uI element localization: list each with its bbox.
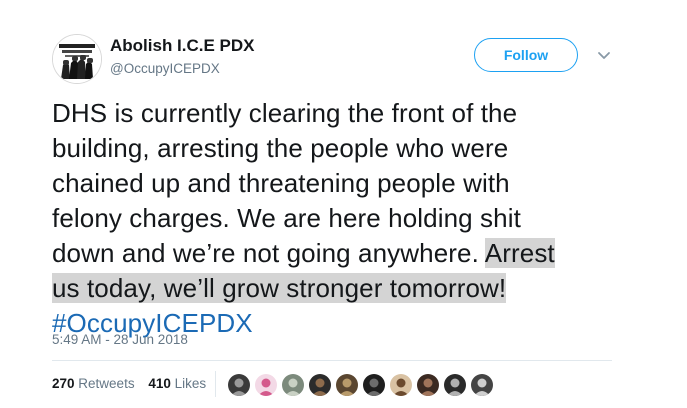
liker-avatar-9[interactable] <box>443 373 467 397</box>
author-display-name[interactable]: Abolish I.C.E PDX <box>110 36 255 56</box>
retweets-stat[interactable]: 270 Retweets <box>52 376 135 391</box>
liker-avatar-6[interactable] <box>362 373 386 397</box>
liker-avatars <box>227 373 497 397</box>
tweet-stats: 270 Retweets 410 Likes <box>52 376 216 391</box>
tweet-text-line: building, arresting the people who were <box>52 133 509 163</box>
liker-avatar-10[interactable] <box>470 373 494 397</box>
tweet-text-line: felony charges. We are here holding shit <box>52 203 521 233</box>
liker-avatar-2[interactable] <box>254 373 278 397</box>
follow-button[interactable]: Follow <box>474 38 578 72</box>
likes-label: Likes <box>174 376 207 391</box>
author-handle[interactable]: @OccupyICEPDX <box>110 61 220 76</box>
tweet-timestamp[interactable]: 5:49 AM - 28 Jun 2018 <box>52 332 188 347</box>
liker-avatar-5[interactable] <box>335 373 359 397</box>
highlighted-text: us today, we’ll grow stronger tomorrow! <box>52 273 507 303</box>
author-avatar[interactable] <box>52 34 102 84</box>
tweet-text-line: us today, we’ll grow stronger tomorrow! <box>52 271 612 306</box>
liker-avatar-4[interactable] <box>308 373 332 397</box>
divider <box>52 360 612 361</box>
protest-fists-logo-icon <box>53 35 101 83</box>
liker-avatar-7[interactable] <box>389 373 413 397</box>
tweet-text-line: down and we’re not going anywhere. Arres… <box>52 236 612 271</box>
likes-stat[interactable]: 410 Likes <box>148 376 206 391</box>
tweet-text-line: DHS is currently clearing the front of t… <box>52 98 518 128</box>
retweets-count: 270 <box>52 376 75 391</box>
retweets-label: Retweets <box>78 376 135 391</box>
tweet-text: DHS is currently clearing the front of t… <box>52 96 612 341</box>
liker-avatar-1[interactable] <box>227 373 251 397</box>
tweet-text-line: chained up and threatening people with <box>52 168 510 198</box>
liker-avatar-8[interactable] <box>416 373 440 397</box>
liker-avatar-3[interactable] <box>281 373 305 397</box>
tweet-card: Abolish I.C.E PDX @OccupyICEPDX Follow D… <box>0 0 687 408</box>
tweet-text-segment: down and we’re not going anywhere. <box>52 238 485 268</box>
stats-divider <box>215 371 216 397</box>
chevron-down-icon[interactable] <box>594 47 614 65</box>
highlighted-text: Arrest <box>484 238 555 268</box>
likes-count: 410 <box>148 376 171 391</box>
